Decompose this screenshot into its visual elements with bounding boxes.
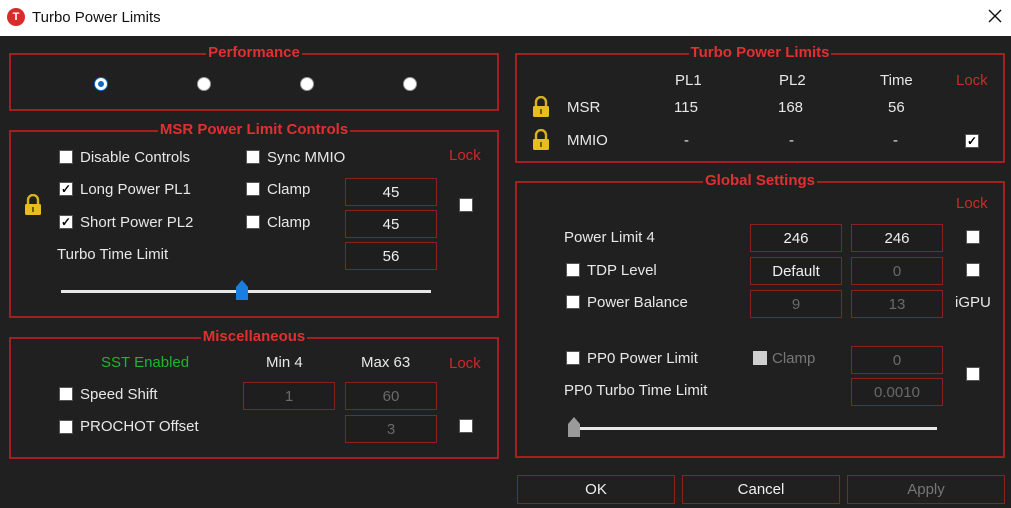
mmio-row-name: MMIO — [567, 132, 608, 149]
short-power-checkbox[interactable]: ✓ — [59, 215, 73, 229]
msr-lock-label: Lock — [449, 147, 481, 164]
pp0-clamp-checkbox[interactable] — [753, 351, 767, 365]
long-power-input[interactable]: 45 — [345, 178, 437, 206]
pp0-clamp-label: Clamp — [772, 350, 816, 367]
window-title: Turbo Power Limits — [32, 9, 161, 26]
power-balance-input-2[interactable]: 13 — [851, 290, 943, 318]
performance-radio-3[interactable] — [300, 77, 314, 91]
tdp-level-label: TDP Level — [587, 262, 657, 279]
pp0-turbo-time-label: PP0 Turbo Time Limit — [564, 382, 708, 399]
tdp-level-lock-checkbox[interactable] — [966, 263, 980, 277]
prochot-label: PROCHOT Offset — [80, 418, 199, 435]
disable-controls-label: Disable Controls — [80, 149, 191, 166]
turbo-limits-title: Turbo Power Limits — [688, 44, 832, 61]
mmio-row-pl2: - — [789, 132, 794, 149]
misc-lock-checkbox[interactable] — [459, 419, 473, 433]
pp0-slider-thumb[interactable] — [567, 416, 581, 438]
turbo-time-input[interactable]: 56 — [345, 242, 437, 270]
short-power-label: Short Power PL2 — [80, 214, 194, 231]
power-balance-checkbox[interactable] — [566, 295, 580, 309]
short-power-input[interactable]: 45 — [345, 210, 437, 238]
power-limit-4-input-1[interactable]: 246 — [750, 224, 842, 252]
global-lock-label: Lock — [956, 195, 988, 212]
long-power-clamp-label: Clamp — [267, 181, 311, 198]
speed-shift-max-input[interactable]: 60 — [345, 382, 437, 410]
msr-lock-checkbox[interactable] — [459, 198, 473, 212]
misc-lock-label: Lock — [449, 355, 481, 372]
tdp-level-checkbox[interactable] — [566, 263, 580, 277]
msr-row-pl2: 168 — [778, 99, 804, 116]
min-label: Min 4 — [266, 354, 303, 371]
header-pl2: PL2 — [779, 72, 806, 89]
header-pl1: PL1 — [675, 72, 702, 89]
sync-mmio-checkbox[interactable] — [246, 150, 260, 164]
pp0-power-limit-checkbox[interactable] — [566, 351, 580, 365]
turbo-limits-group: Turbo Power Limits PL1 PL2 Time Lock MSR… — [515, 44, 1005, 163]
disable-controls-checkbox[interactable] — [59, 150, 73, 164]
power-limit-4-input-2[interactable]: 246 — [851, 224, 943, 252]
short-power-clamp-label: Clamp — [267, 214, 311, 231]
header-time: Time — [880, 72, 913, 89]
turbo-time-slider-thumb[interactable] — [235, 279, 249, 301]
global-title: Global Settings — [702, 172, 817, 189]
mmio-row-pl1: - — [684, 132, 689, 149]
msr-row-name: MSR — [567, 99, 601, 116]
mmio-row-time: - — [893, 132, 898, 149]
pp0-power-limit-input[interactable]: 0 — [851, 346, 943, 374]
tdp-level-input[interactable]: 0 — [851, 257, 943, 285]
power-limit-4-label: Power Limit 4 — [564, 229, 655, 246]
turbo-time-label: Turbo Time Limit — [57, 246, 169, 263]
msr-title: MSR Power Limit Controls — [157, 121, 351, 138]
sst-enabled-label: SST Enabled — [101, 354, 190, 371]
misc-group: Miscellaneous SST Enabled Min 4 Max 63 L… — [9, 328, 499, 459]
lock-icon — [533, 96, 549, 117]
msr-group: MSR Power Limit Controls Lock Disable Co… — [9, 121, 499, 318]
tdp-level-select[interactable]: Default — [750, 257, 842, 285]
performance-title: Performance — [206, 44, 302, 61]
msr-row-time: 56 — [888, 99, 905, 116]
cancel-button[interactable]: Cancel — [682, 475, 840, 504]
performance-group: Performance — [9, 44, 499, 111]
header-lock: Lock — [956, 72, 988, 89]
global-group: Global Settings Lock Power Limit 4 246 2… — [515, 172, 1005, 458]
power-balance-input-1[interactable]: 9 — [750, 290, 842, 318]
prochot-checkbox[interactable] — [59, 420, 73, 434]
ok-button[interactable]: OK — [517, 475, 675, 504]
long-power-checkbox[interactable]: ✓ — [59, 182, 73, 196]
long-power-clamp-checkbox[interactable] — [246, 182, 260, 196]
pp0-turbo-time-input[interactable]: 0.0010 — [851, 378, 943, 406]
prochot-input[interactable]: 3 — [345, 415, 437, 443]
performance-radio-4[interactable] — [403, 77, 417, 91]
app-icon: T — [7, 8, 25, 26]
title-bar: T Turbo Power Limits — [0, 0, 1011, 36]
short-power-clamp-checkbox[interactable] — [246, 215, 260, 229]
lock-icon — [25, 194, 41, 215]
speed-shift-min-input[interactable]: 1 — [243, 382, 335, 410]
pp0-lock-checkbox[interactable] — [966, 367, 980, 381]
close-icon[interactable] — [983, 4, 1007, 28]
msr-row-pl1: 115 — [674, 99, 698, 116]
apply-button[interactable]: Apply — [847, 475, 1005, 504]
max-label: Max 63 — [361, 354, 411, 371]
performance-radio-2[interactable] — [197, 77, 211, 91]
mmio-lock-checkbox[interactable]: ✓ — [965, 134, 979, 148]
long-power-label: Long Power PL1 — [80, 181, 191, 198]
lock-icon — [533, 129, 549, 150]
performance-radio-1[interactable] — [94, 77, 108, 91]
speed-shift-label: Speed Shift — [80, 386, 158, 403]
sync-mmio-label: Sync MMIO — [267, 149, 346, 166]
misc-title: Miscellaneous — [200, 328, 308, 345]
power-balance-label: Power Balance — [587, 294, 688, 311]
speed-shift-checkbox[interactable] — [59, 387, 73, 401]
igpu-label: iGPU — [955, 294, 991, 311]
pp0-slider-track[interactable] — [569, 427, 937, 430]
pp0-power-limit-label: PP0 Power Limit — [587, 350, 698, 367]
power-limit-4-lock-checkbox[interactable] — [966, 230, 980, 244]
